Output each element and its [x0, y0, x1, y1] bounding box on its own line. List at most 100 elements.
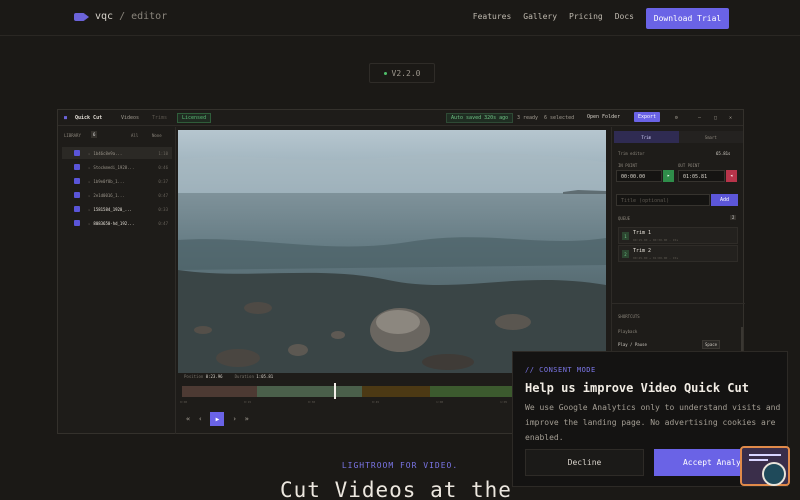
decline-button[interactable]: Decline — [525, 449, 644, 476]
queue-count: 2 — [730, 215, 737, 220]
position-label: Position — [184, 374, 204, 379]
nav-link-gallery[interactable]: Gallery — [523, 12, 557, 21]
widget-bar — [749, 459, 768, 461]
top-nav: vqc / editor Features Gallery Pricing Do… — [0, 0, 800, 36]
editor-title: Quick Cut — [75, 115, 103, 121]
queue-item-meta: 00:45.00 → 01:00.00 · 15s — [633, 256, 679, 260]
tick-label: 0:00 — [180, 400, 188, 404]
file-row[interactable]: ▫ 1b46c8e9a... 1:10 — [62, 147, 172, 159]
file-duration: 0:46 — [158, 164, 168, 170]
library-sidebar: LIBRARY 6 All None ▫ 1b46c8e9a... 1:10 ▫… — [58, 127, 176, 434]
playhead[interactable] — [334, 383, 336, 399]
file-name: Stockmedi_1928... — [93, 164, 135, 170]
video-preview[interactable] — [178, 130, 606, 373]
queue-item-number: 1 — [622, 232, 629, 240]
prev-frame-icon[interactable]: ‹ — [198, 415, 202, 423]
select-none-button[interactable]: None — [152, 133, 162, 138]
file-row[interactable]: ▫ 1b9e0f8b_1... 0:37 — [62, 175, 172, 187]
consent-body: We use Google Analytics only to understa… — [525, 403, 781, 442]
timeline-segment[interactable] — [257, 386, 362, 397]
checkbox[interactable] — [74, 206, 80, 212]
tab-videos[interactable]: Videos — [121, 115, 139, 121]
timeline-segment[interactable] — [362, 386, 430, 397]
select-all-button[interactable]: All — [131, 133, 138, 138]
skip-forward-icon[interactable]: » — [245, 415, 249, 423]
nav-link-docs[interactable]: Docs — [615, 12, 634, 21]
file-icon: ▫ — [88, 220, 91, 226]
trim-length: 65.81s — [716, 151, 731, 156]
queue-item[interactable]: 1 Trim 1 00:15.00 → 00:30.00 · 15s — [618, 227, 738, 244]
file-duration: 0:37 — [158, 178, 168, 184]
file-name: 1581584_1920_... — [93, 206, 132, 212]
out-point-input[interactable]: 01:05.81 — [678, 170, 725, 182]
in-point-input[interactable]: 00:00.00 — [616, 170, 662, 182]
file-row[interactable]: ▫ 8083650-hd_192... 0:47 — [62, 217, 172, 229]
checkbox[interactable] — [74, 178, 80, 184]
set-in-button[interactable]: ▸ — [663, 170, 674, 182]
queue-item[interactable]: 2 Trim 2 00:45.00 → 01:00.00 · 15s — [618, 245, 738, 262]
file-row[interactable]: ▫ Stockmedi_1928... 0:46 — [62, 161, 172, 173]
library-label: LIBRARY — [64, 133, 81, 138]
camera-icon — [74, 12, 89, 21]
transport-controls: « ‹ ▶ › » — [186, 412, 249, 426]
skip-back-icon[interactable]: « — [186, 415, 190, 423]
space-key: Space — [702, 340, 721, 349]
file-row[interactable]: ▫ 2e1d0016_1... 0:47 — [62, 189, 172, 201]
play-button[interactable]: ▶ — [210, 412, 225, 426]
hero-headline: Cut Videos at the — [280, 478, 512, 500]
checkbox[interactable] — [74, 220, 80, 226]
license-badge: Licensed — [177, 113, 212, 123]
divider — [612, 303, 745, 304]
brand-separator: / — [119, 11, 126, 22]
tick-label: 0:15 — [244, 400, 252, 404]
download-trial-button[interactable]: Download Trial — [646, 8, 729, 29]
brand-name: vqc — [95, 11, 114, 22]
set-out-button[interactable]: ◂ — [726, 170, 737, 182]
export-button[interactable]: Export — [634, 112, 661, 122]
version-label: V2.2.0 — [391, 68, 421, 78]
nav-link-pricing[interactable]: Pricing — [569, 12, 603, 21]
timeline-segment[interactable] — [182, 386, 257, 397]
playback-info: Position 0:23.96 Duration 1:05.81 — [184, 374, 273, 379]
nav-link-features[interactable]: Features — [473, 12, 512, 21]
maximize-icon[interactable]: □ — [714, 115, 717, 121]
file-duration: 1:10 — [158, 150, 168, 156]
nav-links: Features Gallery Pricing Docs — [473, 12, 634, 21]
tab-smart[interactable]: Smart — [678, 131, 743, 143]
checkbox[interactable] — [74, 164, 80, 170]
queue-label: QUEUE — [618, 216, 631, 221]
queue-item-title: Trim 2 — [633, 248, 652, 254]
next-frame-icon[interactable]: › — [232, 415, 236, 423]
add-button[interactable]: Add — [711, 194, 738, 206]
version-badge: V2.2.0 — [369, 63, 435, 83]
checkbox[interactable] — [74, 192, 80, 198]
tab-trims[interactable]: Trims — [152, 115, 167, 121]
file-icon: ▫ — [88, 206, 91, 212]
file-row[interactable]: ▫ 1581584_1920_... 0:33 — [62, 203, 172, 215]
brand[interactable]: vqc / editor — [74, 11, 167, 22]
trim-editor-label: Trim editor — [618, 151, 645, 156]
file-name: 8083650-hd_192... — [93, 220, 135, 226]
close-icon[interactable]: ✕ — [729, 115, 732, 121]
ready-count: 3 ready — [517, 115, 539, 121]
assistant-widget-icon[interactable] — [740, 446, 790, 486]
consent-title: Help us improve Video Quick Cut — [525, 381, 749, 395]
minimize-icon[interactable]: — — [698, 115, 701, 121]
open-folder-button[interactable]: Open Folder — [584, 113, 623, 121]
tab-trim[interactable]: Trim — [614, 131, 679, 143]
tick-label: 0:45 — [372, 400, 380, 404]
file-duration: 0:33 — [158, 206, 168, 212]
queue-item-meta: 00:15.00 → 00:30.00 · 15s — [633, 238, 679, 242]
widget-circle — [762, 462, 786, 486]
title-input[interactable]: Title (optional) — [616, 194, 710, 206]
gear-icon[interactable]: ⚙ — [675, 115, 678, 121]
widget-bar — [749, 454, 781, 456]
video-frame — [178, 130, 606, 373]
tick-label: 1:00 — [436, 400, 444, 404]
queue-item-title: Trim 1 — [633, 230, 652, 236]
file-icon: ▫ — [88, 150, 91, 156]
checkbox[interactable] — [74, 150, 80, 156]
queue-item-number: 2 — [622, 250, 629, 258]
file-name: 2e1d0016_1... — [93, 192, 125, 198]
position-value: 0:23.96 — [205, 374, 223, 379]
